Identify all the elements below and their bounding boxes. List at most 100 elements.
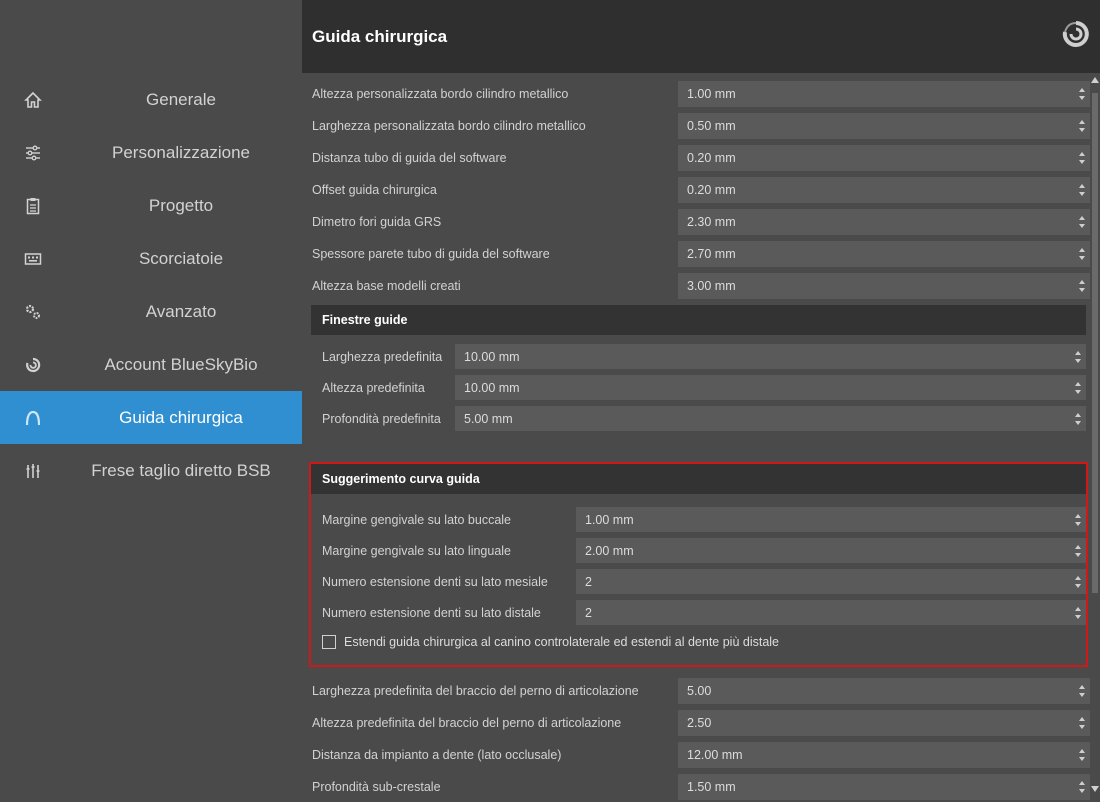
numeric-spinbox[interactable]: 2.30 mm	[678, 209, 1090, 235]
numeric-spinbox[interactable]: 3.00 mm	[678, 273, 1090, 299]
spin-arrows-icon[interactable]	[1078, 86, 1086, 102]
setting-row: Numero estensione denti su lato mesiale …	[311, 566, 1086, 597]
spin-arrows-icon[interactable]	[1074, 349, 1082, 365]
spin-arrows-icon[interactable]	[1078, 118, 1086, 134]
numeric-spinbox[interactable]: 0.20 mm	[678, 177, 1090, 203]
spin-arrows-icon[interactable]	[1078, 715, 1086, 731]
checkbox-row: Estendi guida chirurgica al canino contr…	[311, 628, 1086, 656]
spin-arrows-icon[interactable]	[1074, 543, 1082, 559]
group-title: Finestre guide	[311, 305, 1086, 335]
sidebar-item-label: Progetto	[148, 195, 214, 215]
spin-arrows-icon[interactable]	[1078, 683, 1086, 699]
spin-arrows-icon[interactable]	[1078, 214, 1086, 230]
sidebar-item-guida-chirurgica[interactable]: Guida chirurgica	[0, 391, 302, 444]
numeric-spinbox[interactable]: 0.50 mm	[678, 113, 1090, 139]
setting-label: Distanza tubo di guida del software	[312, 151, 507, 165]
scroll-up-arrow-icon[interactable]	[1091, 77, 1099, 83]
setting-row: Profondità predefinita 5.00 mm	[311, 403, 1086, 434]
setting-row: Larghezza predefinita del braccio del pe…	[302, 675, 1090, 707]
setting-value: 0.20 mm	[687, 151, 736, 165]
spin-arrows-icon[interactable]	[1078, 182, 1086, 198]
numeric-spinbox[interactable]: 5.00	[678, 678, 1090, 704]
spin-arrows-icon[interactable]	[1074, 512, 1082, 528]
setting-value: 5.00 mm	[464, 412, 513, 426]
setting-row: Altezza predefinita del braccio del pern…	[302, 707, 1090, 739]
setting-label: Altezza predefinita	[322, 381, 425, 395]
numeric-spinbox[interactable]: 5.00 mm	[455, 406, 1086, 431]
setting-label: Larghezza predefinita	[322, 350, 443, 364]
spin-arrows-icon[interactable]	[1074, 574, 1082, 590]
numeric-spinbox[interactable]: 1.50 mm	[678, 774, 1090, 800]
numeric-spinbox[interactable]: 12.00 mm	[678, 742, 1090, 768]
setting-row: Dimetro fori guida GRS 2.30 mm	[302, 206, 1090, 238]
numeric-spinbox[interactable]: 2	[576, 569, 1086, 594]
setting-value: 1.50 mm	[687, 780, 736, 794]
setting-value: 2	[585, 575, 592, 589]
spin-arrows-icon[interactable]	[1078, 278, 1086, 294]
sidebar-item-avanzato[interactable]: Avanzato	[0, 285, 302, 338]
setting-row: Margine gengivale su lato linguale 2.00 …	[311, 535, 1086, 566]
numeric-spinbox[interactable]: 2.50	[678, 710, 1090, 736]
vertical-scrollbar[interactable]	[1090, 73, 1100, 802]
spin-arrows-icon[interactable]	[1074, 605, 1082, 621]
extend-guide-checkbox[interactable]	[322, 635, 336, 649]
sidebar-item-account-blueskybio[interactable]: Account BlueSkyBio	[0, 338, 302, 391]
spin-arrows-icon[interactable]	[1078, 779, 1086, 795]
numeric-spinbox[interactable]: 10.00 mm	[455, 344, 1086, 369]
setting-label: Numero estensione denti su lato mesiale	[322, 575, 548, 589]
numeric-spinbox[interactable]: 2	[576, 600, 1086, 625]
spin-arrows-icon[interactable]	[1078, 150, 1086, 166]
numeric-spinbox[interactable]: 1.00 mm	[678, 81, 1090, 107]
numeric-spinbox[interactable]: 2.70 mm	[678, 241, 1090, 267]
settings-sidebar: Generale Personalizzazione Progetto Scor…	[0, 0, 302, 802]
setting-label: Margine gengivale su lato buccale	[322, 513, 512, 527]
setting-label: Distanza da impianto a dente (lato occlu…	[312, 748, 562, 762]
scroll-down-arrow-icon[interactable]	[1091, 786, 1099, 792]
settings-list: Altezza personalizzata bordo cilindro me…	[302, 78, 1090, 302]
numeric-spinbox[interactable]: 0.20 mm	[678, 145, 1090, 171]
sliders-icon	[26, 145, 40, 160]
setting-value: 1.00 mm	[585, 513, 634, 527]
setting-value: 2	[585, 606, 592, 620]
keyboard-icon	[24, 252, 42, 265]
setting-label: Altezza predefinita del braccio del pern…	[312, 716, 622, 730]
setting-row: Offset guida chirurgica 0.20 mm	[302, 174, 1090, 206]
checkbox-label[interactable]: Estendi guida chirurgica al canino contr…	[344, 635, 779, 649]
spin-arrows-icon[interactable]	[1078, 246, 1086, 262]
page-title: Guida chirurgica	[312, 26, 448, 46]
sidebar-item-label: Guida chirurgica	[119, 407, 243, 427]
surgical-guide-icon	[25, 410, 41, 425]
numeric-spinbox[interactable]: 2.00 mm	[576, 538, 1086, 563]
setting-label: Profondità sub-crestale	[312, 780, 441, 794]
sidebar-item-generale[interactable]: Generale	[0, 73, 302, 126]
sidebar-item-frese-taglio-diretto[interactable]: Frese taglio diretto BSB	[0, 444, 302, 497]
setting-row: Distanza tubo di guida del software 0.20…	[302, 142, 1090, 174]
sidebar-item-personalizzazione[interactable]: Personalizzazione	[0, 126, 302, 179]
setting-value: 3.00 mm	[687, 279, 736, 293]
suggerimento-curva-guida-group: Suggerimento curva guida Margine gengiva…	[309, 462, 1088, 667]
setting-row: Profondità sub-crestale 1.50 mm	[302, 771, 1090, 802]
setting-label: Spessore parete tubo di guida del softwa…	[312, 247, 550, 261]
numeric-spinbox[interactable]: 1.00 mm	[576, 507, 1086, 532]
sidebar-item-scorciatoie[interactable]: Scorciatoie	[0, 232, 302, 285]
numeric-spinbox[interactable]: 10.00 mm	[455, 375, 1086, 400]
drill-icon	[26, 463, 40, 478]
setting-value: 2.50	[687, 716, 712, 730]
spin-arrows-icon[interactable]	[1074, 411, 1082, 427]
setting-label: Numero estensione denti su lato distale	[322, 606, 541, 620]
sidebar-top-spacer	[0, 0, 302, 73]
setting-value: 0.50 mm	[687, 119, 736, 133]
panel-header: Guida chirurgica	[302, 0, 1100, 73]
scrollbar-thumb[interactable]	[1092, 93, 1098, 593]
setting-value: 2.70 mm	[687, 247, 736, 261]
setting-row: Spessore parete tubo di guida del softwa…	[302, 238, 1090, 270]
spin-arrows-icon[interactable]	[1078, 747, 1086, 763]
setting-row: Larghezza personalizzata bordo cilindro …	[302, 110, 1090, 142]
sidebar-item-progetto[interactable]: Progetto	[0, 179, 302, 232]
sidebar-item-label: Account BlueSkyBio	[104, 354, 258, 374]
setting-label: Dimetro fori guida GRS	[312, 215, 442, 229]
setting-row: Margine gengivale su lato buccale 1.00 m…	[311, 504, 1086, 535]
spin-arrows-icon[interactable]	[1074, 380, 1082, 396]
setting-value: 12.00 mm	[687, 748, 743, 762]
setting-label: Larghezza personalizzata bordo cilindro …	[312, 119, 586, 133]
